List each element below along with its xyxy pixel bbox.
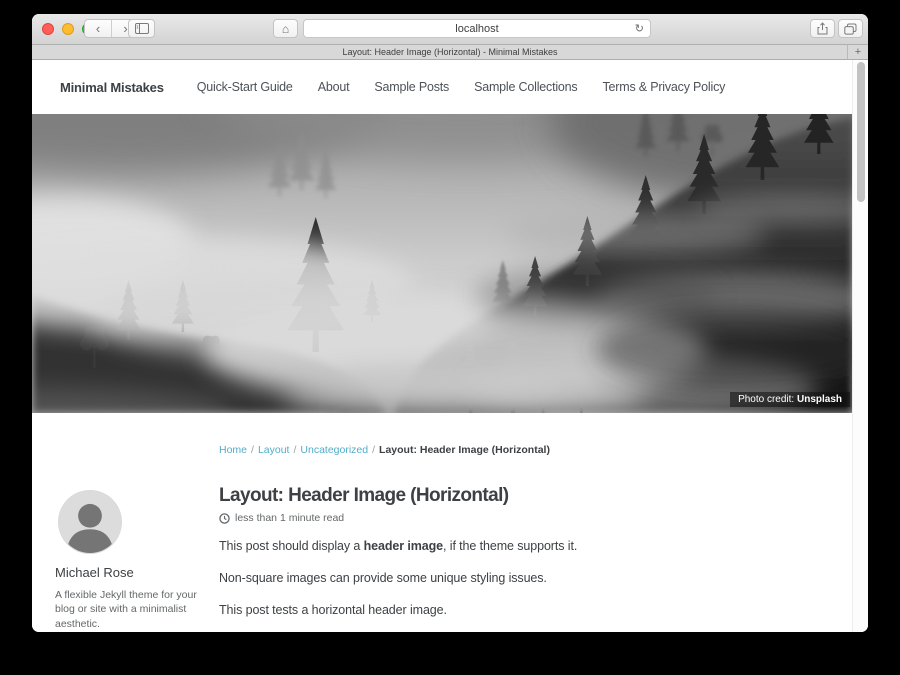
address-bar[interactable]: localhost ↻	[303, 19, 651, 38]
page-viewport: Minimal Mistakes Quick-Start Guide About…	[32, 60, 868, 632]
breadcrumb-current: Layout: Header Image (Horizontal)	[379, 444, 550, 456]
scrollbar-track[interactable]	[852, 60, 868, 632]
post-paragraph: This post should display a header image,…	[219, 538, 828, 555]
post-title: Layout: Header Image (Horizontal)	[219, 485, 828, 507]
clock-icon	[219, 513, 230, 524]
header-image: Photo credit: Unsplash	[32, 114, 853, 413]
home-icon: ⌂	[282, 22, 289, 36]
browser-toolbar: ‹ › ⌂ localhost ↻	[32, 14, 868, 45]
reload-icon[interactable]: ↻	[635, 22, 644, 35]
nav-quick-start-guide[interactable]: Quick-Start Guide	[197, 80, 293, 94]
author-bio: A flexible Jekyll theme for your blog or…	[55, 588, 207, 632]
paragraph-text: This post should display a	[219, 539, 364, 553]
url-text: localhost	[455, 23, 498, 35]
sidebar-toggle-button[interactable]	[128, 19, 155, 38]
author-sidebar: Michael Rose A flexible Jekyll theme for…	[55, 485, 219, 632]
avatar	[59, 491, 121, 553]
photo-credit-source: Unsplash	[797, 394, 842, 405]
post-meta: less than 1 minute read	[219, 512, 828, 524]
read-time: less than 1 minute read	[235, 512, 344, 524]
breadcrumb: Home/Layout/Uncategorized/Layout: Header…	[219, 444, 868, 456]
share-button[interactable]	[810, 19, 835, 38]
author-name: Michael Rose	[55, 565, 219, 580]
share-icon	[817, 22, 828, 35]
home-button[interactable]: ⌂	[273, 19, 298, 38]
nav-sample-posts[interactable]: Sample Posts	[374, 80, 449, 94]
active-tab[interactable]: Layout: Header Image (Horizontal) - Mini…	[32, 45, 868, 59]
tab-title: Layout: Header Image (Horizontal) - Mini…	[342, 47, 557, 57]
site-title[interactable]: Minimal Mistakes	[60, 80, 164, 95]
sidebar-icon	[135, 23, 149, 34]
back-button[interactable]: ‹	[85, 20, 112, 37]
photo-credit: Photo credit: Unsplash	[730, 392, 850, 407]
new-tab-button[interactable]: +	[847, 45, 868, 59]
nav-sample-collections[interactable]: Sample Collections	[474, 80, 577, 94]
breadcrumb-layout[interactable]: Layout	[258, 444, 290, 456]
minimize-window-button[interactable]	[62, 23, 74, 35]
site-masthead: Minimal Mistakes Quick-Start Guide About…	[32, 60, 868, 114]
breadcrumb-uncategorized[interactable]: Uncategorized	[300, 444, 368, 456]
desktop-background: ‹ › ⌂ localhost ↻	[0, 0, 900, 675]
post-article: Layout: Header Image (Horizontal) less t…	[219, 485, 868, 632]
breadcrumb-separator: /	[293, 444, 296, 456]
breadcrumb-home[interactable]: Home	[219, 444, 247, 456]
post-paragraph: This post tests a horizontal header imag…	[219, 602, 828, 619]
breadcrumb-separator: /	[372, 444, 375, 456]
tab-overview-button[interactable]	[838, 19, 863, 38]
person-silhouette-icon	[59, 491, 121, 553]
post-paragraph: Non-square images can provide some uniqu…	[219, 570, 828, 587]
photo-credit-prefix: Photo credit:	[738, 394, 797, 405]
content-row: Michael Rose A flexible Jekyll theme for…	[32, 485, 868, 632]
browser-window: ‹ › ⌂ localhost ↻	[32, 14, 868, 632]
scrollbar-thumb[interactable]	[857, 62, 865, 202]
tabs-icon	[844, 23, 857, 35]
tab-bar: Layout: Header Image (Horizontal) - Mini…	[32, 45, 868, 60]
site-nav: Quick-Start Guide About Sample Posts Sam…	[197, 80, 725, 94]
nav-terms-privacy[interactable]: Terms & Privacy Policy	[602, 80, 725, 94]
nav-about[interactable]: About	[318, 80, 350, 94]
paragraph-bold-text: header image	[364, 539, 443, 553]
breadcrumb-separator: /	[251, 444, 254, 456]
close-window-button[interactable]	[42, 23, 54, 35]
paragraph-text: , if the theme supports it.	[443, 539, 577, 553]
foggy-forest-photo	[32, 114, 853, 413]
